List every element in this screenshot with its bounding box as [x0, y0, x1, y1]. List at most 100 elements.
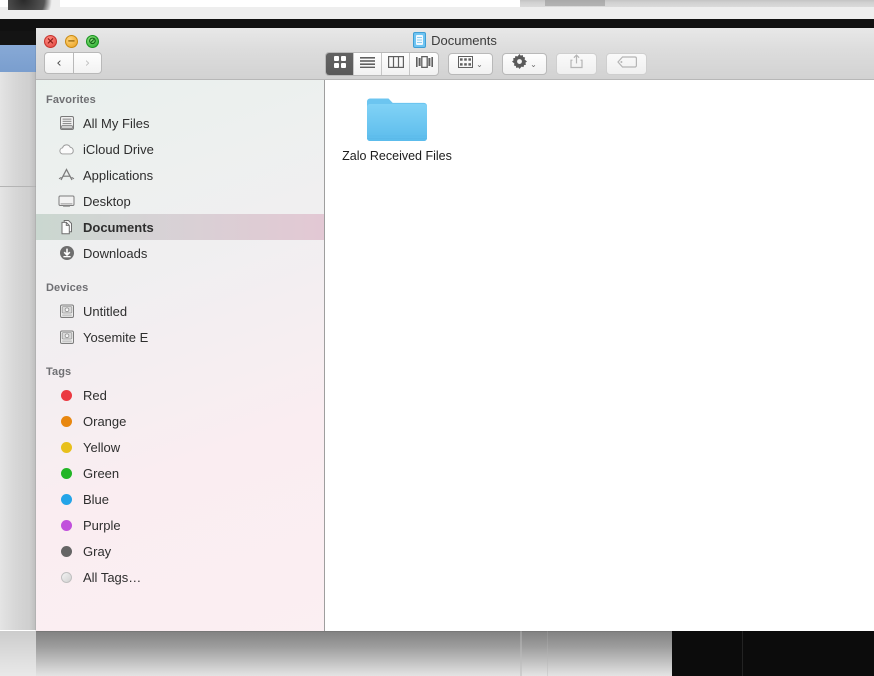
- documents-folder-icon: [413, 32, 427, 48]
- window-title-text: Documents: [431, 32, 497, 48]
- coverflow-view-button[interactable]: [410, 53, 438, 75]
- tag-dot-icon: [58, 387, 75, 404]
- sidebar-item-label: Downloads: [83, 245, 148, 261]
- sidebar-item-label: Applications: [83, 167, 154, 183]
- sidebar-item-all-tags[interactable]: All Tags…: [36, 564, 324, 590]
- sidebar-item-tag-green[interactable]: Green: [36, 460, 324, 486]
- sidebar-item-applications[interactable]: Applications: [36, 162, 324, 188]
- background-app-icon: [8, 0, 60, 10]
- bottom-black-area: [672, 631, 874, 676]
- background-window-body[interactable]: [0, 72, 36, 630]
- hard-drive-icon: [58, 303, 75, 320]
- sidebar-item-tag-red[interactable]: Red: [36, 382, 324, 408]
- sidebar-item-label: Red: [83, 387, 107, 403]
- sidebar-section-devices-title: Devices: [46, 282, 89, 294]
- tag-dot-icon: [58, 413, 75, 430]
- file-item[interactable]: Zalo Received Files: [333, 94, 461, 163]
- screen: × − ⊘ Documents ‹ › ⌄ ⌄ Favorites All My…: [0, 0, 874, 676]
- bottom-gradient-strip: [36, 631, 672, 676]
- sidebar-item-desktop[interactable]: Desktop: [36, 188, 324, 214]
- sidebar-item-untitled[interactable]: Untitled: [36, 298, 324, 324]
- bottom-strip-seam-2: [547, 631, 548, 676]
- sidebar-item-all-my-files[interactable]: All My Files: [36, 110, 324, 136]
- background-window-titlebar[interactable]: [0, 45, 36, 72]
- sidebar-section-tags-title: Tags: [46, 366, 72, 378]
- arrange-grid-icon: [458, 55, 474, 73]
- applications-icon: [58, 167, 75, 184]
- finder-window: × − ⊘ Documents ‹ › ⌄ ⌄ Favorites All My…: [36, 28, 874, 631]
- window-body: Favorites All My Files iCloud Drive Appl…: [36, 80, 874, 631]
- all-my-files-icon: [58, 115, 75, 132]
- chevron-left-icon: ‹: [56, 55, 62, 71]
- gear-icon: [512, 54, 528, 74]
- share-icon: [570, 54, 583, 74]
- all-tags-icon: [58, 569, 75, 586]
- downloads-icon: [58, 245, 75, 262]
- close-icon: ×: [46, 35, 55, 47]
- file-grid[interactable]: Zalo Received Files: [325, 80, 874, 631]
- tag-dot-icon: [58, 491, 75, 508]
- sidebar-item-icloud-drive[interactable]: iCloud Drive: [36, 136, 324, 162]
- close-button[interactable]: ×: [44, 35, 57, 48]
- sidebar-item-tag-purple[interactable]: Purple: [36, 512, 324, 538]
- sidebar-item-tag-orange[interactable]: Orange: [36, 408, 324, 434]
- desktop-background: [0, 7, 874, 19]
- sidebar-item-downloads[interactable]: Downloads: [36, 240, 324, 266]
- icon-view-button[interactable]: [326, 53, 354, 75]
- grid-icon: [333, 55, 347, 74]
- traffic-lights: × − ⊘: [44, 35, 99, 48]
- tag-icon: [616, 55, 637, 73]
- sidebar-item-tag-gray[interactable]: Gray: [36, 538, 324, 564]
- tag-dot-icon: [58, 439, 75, 456]
- sidebar-item-yosemite-e[interactable]: Yosemite E: [36, 324, 324, 350]
- bottom-black-seam: [742, 631, 743, 676]
- back-button[interactable]: ‹: [44, 52, 73, 74]
- column-view-button[interactable]: [382, 53, 410, 75]
- documents-icon: [58, 219, 75, 236]
- columns-icon: [387, 55, 404, 73]
- coverflow-icon: [415, 55, 433, 73]
- sidebar-item-label: Purple: [83, 517, 121, 533]
- arrange-button[interactable]: ⌄: [448, 53, 493, 75]
- black-band-left: [0, 31, 36, 45]
- folder-icon: [366, 94, 428, 142]
- zoom-icon: ⊘: [88, 35, 97, 47]
- sidebar-item-label: Blue: [83, 491, 110, 507]
- window-title: Documents: [36, 32, 874, 48]
- sidebar-item-label: Desktop: [83, 193, 131, 209]
- tag-dot-icon: [58, 543, 75, 560]
- sidebar-item-label: Documents: [83, 219, 154, 235]
- sidebar-section-favorites-title: Favorites: [46, 94, 96, 106]
- forward-button[interactable]: ›: [73, 52, 102, 74]
- chevron-down-icon: ⌄: [476, 59, 483, 69]
- sidebar-item-label: All Tags…: [83, 569, 142, 585]
- sidebar-item-tag-yellow[interactable]: Yellow: [36, 434, 324, 460]
- tag-button[interactable]: [606, 53, 647, 75]
- sidebar: Favorites All My Files iCloud Drive Appl…: [36, 80, 325, 631]
- action-button[interactable]: ⌄: [502, 53, 547, 75]
- minimize-icon: −: [67, 35, 76, 47]
- desktop-icon: [58, 193, 75, 210]
- zoom-button[interactable]: ⊘: [86, 35, 99, 48]
- background-window-divider: [0, 186, 36, 187]
- sidebar-item-label: Gray: [83, 543, 112, 559]
- chevron-right-icon: ›: [84, 55, 91, 71]
- window-titlebar[interactable]: × − ⊘ Documents ‹ › ⌄ ⌄: [36, 28, 874, 80]
- list-view-button[interactable]: [354, 53, 382, 75]
- background-window-sliver-detail: [545, 0, 605, 6]
- sidebar-item-documents[interactable]: Documents: [36, 214, 324, 240]
- tag-dot-icon: [58, 517, 75, 534]
- minimize-button[interactable]: −: [65, 35, 78, 48]
- sidebar-item-label: iCloud Drive: [83, 141, 154, 157]
- sidebar-item-label: Yosemite E: [83, 329, 149, 345]
- list-icon: [360, 55, 375, 73]
- view-mode-segmented-control: [325, 52, 439, 76]
- hard-drive-icon: [58, 329, 75, 346]
- sidebar-item-tag-blue[interactable]: Blue: [36, 486, 324, 512]
- chevron-down-icon: ⌄: [530, 59, 537, 69]
- share-button[interactable]: [556, 53, 597, 75]
- icloud-icon: [58, 141, 75, 158]
- tag-dot-icon: [58, 465, 75, 482]
- sidebar-item-label: Green: [83, 465, 120, 481]
- sidebar-item-label: Yellow: [83, 439, 121, 455]
